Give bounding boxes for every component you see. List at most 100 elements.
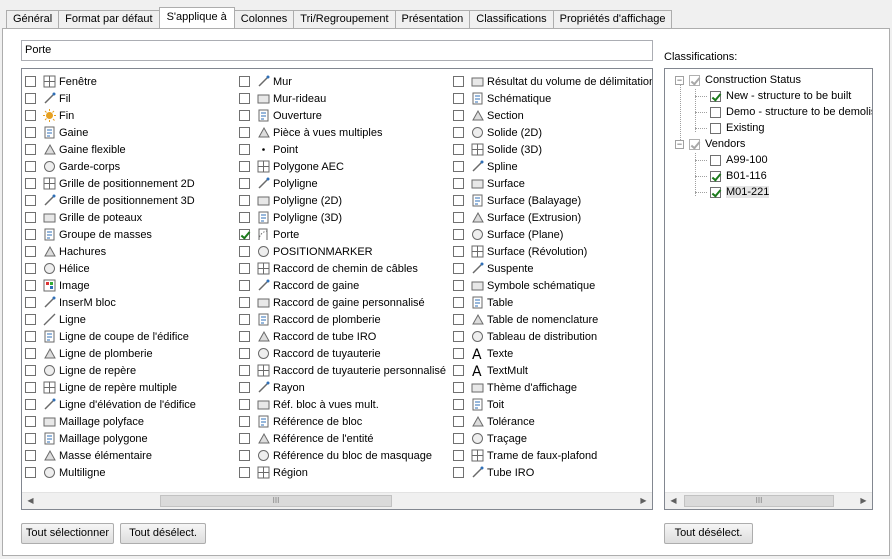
object-type-checkbox[interactable] [453, 195, 464, 206]
tree-node-m01-221[interactable]: M01-221 [710, 184, 770, 200]
object-type-checkbox[interactable] [25, 467, 36, 478]
object-type-item[interactable]: Fil [25, 90, 196, 107]
object-type-checkbox[interactable] [239, 93, 250, 104]
tree-horizontal-scrollbar[interactable]: ◀ III ▶ [665, 492, 872, 509]
object-type-checkbox[interactable] [239, 110, 250, 121]
tree-checkbox[interactable] [710, 90, 721, 102]
object-type-item[interactable]: Tableau de distribution [453, 328, 652, 345]
object-type-checkbox[interactable] [453, 127, 464, 138]
object-type-checkbox[interactable] [25, 416, 36, 427]
object-type-checkbox[interactable] [239, 382, 250, 393]
object-type-item[interactable]: Mur [239, 73, 446, 90]
scroll-thumb[interactable]: III [684, 495, 834, 507]
object-type-checkbox[interactable] [239, 416, 250, 427]
object-type-checkbox[interactable] [453, 365, 464, 376]
tree-node-vendors[interactable]: − Vendors [675, 136, 745, 152]
object-type-checkbox[interactable] [239, 246, 250, 257]
object-type-item[interactable]: Mur-rideau [239, 90, 446, 107]
object-type-checkbox[interactable] [25, 348, 36, 359]
object-type-checkbox[interactable] [25, 161, 36, 172]
object-type-checkbox[interactable] [239, 212, 250, 223]
tree-checkbox[interactable] [710, 170, 721, 182]
object-type-item[interactable]: Hachures [25, 243, 196, 260]
object-type-checkbox[interactable] [453, 450, 464, 461]
object-type-item[interactable]: Grille de poteaux [25, 209, 196, 226]
object-type-checkbox[interactable] [25, 297, 36, 308]
object-type-item[interactable]: Rayon [239, 379, 446, 396]
object-type-item[interactable]: Porte [239, 226, 446, 243]
tab-applies-to[interactable]: S'applique à [158, 7, 235, 28]
tab-classifications[interactable]: Classifications [469, 10, 554, 28]
scroll-left-arrow[interactable]: ◀ [665, 493, 682, 509]
object-type-item[interactable]: Surface (Plane) [453, 226, 652, 243]
object-type-item[interactable]: Gaine [25, 124, 196, 141]
object-type-checkbox[interactable] [25, 195, 36, 206]
object-type-checkbox[interactable] [239, 76, 250, 87]
object-type-checkbox[interactable] [453, 297, 464, 308]
object-type-item[interactable]: Référence de l'entité [239, 430, 446, 447]
collapse-icon[interactable]: − [675, 75, 684, 85]
object-type-item[interactable]: Fin [25, 107, 196, 124]
object-type-item[interactable]: Suspente [453, 260, 652, 277]
tree-checkbox[interactable] [710, 122, 721, 134]
object-type-item[interactable]: Masse élémentaire [25, 447, 196, 464]
object-type-checkbox[interactable] [239, 365, 250, 376]
object-type-list[interactable]: Fenêtre Fil Fin Gaine Gaine flexible Garde-co… [21, 68, 653, 510]
object-type-item[interactable]: Thème d'affichage [453, 379, 652, 396]
object-type-item[interactable]: Solide (3D) [453, 141, 652, 158]
object-type-item[interactable]: Raccord de tuyauterie [239, 345, 446, 362]
object-type-item[interactable]: Raccord de tube IRO [239, 328, 446, 345]
object-type-item[interactable]: Hélice [25, 260, 196, 277]
object-type-item[interactable]: Ligne de plomberie [25, 345, 196, 362]
object-type-item[interactable]: Solide (2D) [453, 124, 652, 141]
object-type-item[interactable]: InserM bloc [25, 294, 196, 311]
object-type-item[interactable]: Surface [453, 175, 652, 192]
object-type-checkbox[interactable] [25, 93, 36, 104]
tree-node-construction-status[interactable]: − Construction Status [675, 72, 801, 88]
object-type-item[interactable]: Raccord de chemin de câbles [239, 260, 446, 277]
object-type-checkbox[interactable] [453, 314, 464, 325]
tab-default-format[interactable]: Format par défaut [58, 10, 160, 28]
object-type-checkbox[interactable] [239, 297, 250, 308]
object-type-checkbox[interactable] [453, 76, 464, 87]
object-type-item[interactable]: Raccord de plomberie [239, 311, 446, 328]
tree-checkbox-partial[interactable] [689, 74, 700, 86]
tab-display-properties[interactable]: Propriétés d'affichage [552, 10, 673, 28]
object-type-item[interactable]: Résultat du volume de délimitation [453, 73, 652, 90]
scroll-thumb[interactable]: III [160, 495, 392, 507]
object-type-checkbox[interactable] [239, 280, 250, 291]
object-type-checkbox[interactable] [239, 144, 250, 155]
horizontal-scrollbar[interactable]: ◀ III ▶ [22, 492, 652, 509]
object-type-item[interactable]: Ouverture [239, 107, 446, 124]
object-type-item[interactable]: Polyligne (3D) [239, 209, 446, 226]
object-type-checkbox[interactable] [25, 382, 36, 393]
object-type-item[interactable]: Point [239, 141, 446, 158]
object-type-item[interactable]: Section [453, 107, 652, 124]
object-type-item[interactable]: Région [239, 464, 446, 481]
object-type-item[interactable]: Polygone AEC [239, 158, 446, 175]
deselect-all-button[interactable]: Tout désélect. [120, 523, 206, 544]
object-type-checkbox[interactable] [25, 127, 36, 138]
tab-presentation[interactable]: Présentation [394, 10, 471, 28]
object-type-checkbox[interactable] [453, 93, 464, 104]
object-type-item[interactable]: Ligne de repère [25, 362, 196, 379]
object-type-item[interactable]: POSITIONMARKER [239, 243, 446, 260]
object-type-checkbox[interactable] [453, 263, 464, 274]
collapse-icon[interactable]: − [675, 139, 684, 149]
object-type-checkbox[interactable] [453, 212, 464, 223]
object-type-item[interactable]: Table [453, 294, 652, 311]
object-type-item[interactable]: Traçage [453, 430, 652, 447]
object-type-item[interactable]: Symbole schématique [453, 277, 652, 294]
object-type-item[interactable]: Grille de positionnement 2D [25, 175, 196, 192]
object-type-item[interactable]: Spline [453, 158, 652, 175]
object-type-checkbox[interactable] [453, 110, 464, 121]
tab-general[interactable]: Général [6, 10, 60, 28]
object-type-checkbox[interactable] [239, 161, 250, 172]
object-type-checkbox[interactable] [239, 331, 250, 342]
tree-checkbox[interactable] [710, 106, 721, 118]
object-type-checkbox[interactable] [239, 127, 250, 138]
object-type-item[interactable]: Polyligne [239, 175, 446, 192]
object-type-checkbox[interactable] [453, 246, 464, 257]
object-type-item[interactable]: Raccord de gaine [239, 277, 446, 294]
object-type-item[interactable]: Groupe de masses [25, 226, 196, 243]
